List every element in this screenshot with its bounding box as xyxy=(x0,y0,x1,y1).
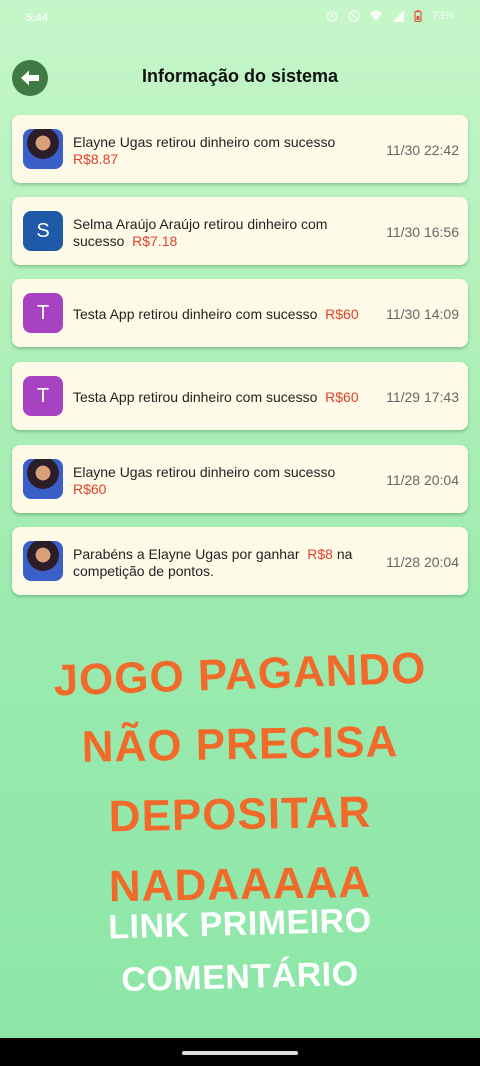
notification-time: 11/30 16:56 xyxy=(386,224,459,240)
do-not-disturb-icon xyxy=(348,10,360,22)
page-title: Informação do sistema xyxy=(141,66,339,86)
notification-card[interactable]: T Testa App retirou dinheiro com sucesso… xyxy=(12,362,468,430)
notification-amount: R$8.87 xyxy=(73,151,119,167)
notification-text: Selma Araújo Araújo retirou dinheiro com… xyxy=(73,216,328,249)
avatar xyxy=(23,541,63,581)
notification-amount: R$60 xyxy=(73,481,107,497)
notification-time: 11/28 20:04 xyxy=(386,554,459,570)
notification-message: Elayne Ugas retirou dinheiro com sucesso… xyxy=(73,134,378,168)
notification-amount: R$60 xyxy=(325,306,359,322)
avatar-letter: S xyxy=(36,219,50,242)
avatar: T xyxy=(23,376,63,416)
battery-icon xyxy=(414,10,422,22)
alarm-icon xyxy=(326,11,338,22)
notification-message: Testa App retirou dinheiro com sucesso R… xyxy=(73,306,378,323)
promo-line: DEPOSITAR xyxy=(108,787,372,842)
notification-text: Testa App retirou dinheiro com sucesso xyxy=(73,306,318,322)
battery-percentage: 73% xyxy=(431,10,454,22)
notification-amount: R$7.18 xyxy=(132,233,178,249)
avatar xyxy=(23,129,63,169)
avatar: S xyxy=(23,211,63,251)
notification-amount: R$60 xyxy=(325,389,359,405)
notification-text: Testa App retirou dinheiro com sucesso xyxy=(73,389,318,405)
promo-line: JOGO PAGANDO xyxy=(52,643,428,706)
notification-time: 11/30 22:42 xyxy=(386,142,459,158)
notification-message: Elayne Ugas retirou dinheiro com sucesso… xyxy=(73,464,378,498)
status-bar: 5:44 73% xyxy=(0,0,480,36)
navigation-bar xyxy=(0,1038,480,1066)
signal-icon xyxy=(391,10,404,22)
avatar xyxy=(23,459,63,499)
notification-time: 11/28 20:04 xyxy=(386,472,459,488)
notification-amount: R$8 xyxy=(307,546,333,562)
notification-card[interactable]: Elayne Ugas retirou dinheiro com sucesso… xyxy=(12,445,468,513)
notification-card[interactable]: T Testa App retirou dinheiro com sucesso… xyxy=(12,279,468,347)
status-time: 5:44 xyxy=(26,12,49,24)
notification-card[interactable]: S Selma Araújo Araújo retirou dinheiro c… xyxy=(12,197,468,265)
promo-line: NÃO PRECISA xyxy=(81,717,399,772)
promo-line: COMENTÁRIO xyxy=(120,954,360,1000)
notification-text: Elayne Ugas retirou dinheiro com sucesso xyxy=(73,464,336,480)
status-icons: 73% xyxy=(326,10,454,22)
notification-time: 11/29 17:43 xyxy=(386,389,459,405)
notification-message: Testa App retirou dinheiro com sucesso R… xyxy=(73,389,378,406)
notification-message: Parabéns a Elayne Ugas por ganhar R$8 na… xyxy=(73,546,378,580)
notification-card[interactable]: Parabéns a Elayne Ugas por ganhar R$8 na… xyxy=(12,527,468,595)
avatar: T xyxy=(23,293,63,333)
notification-text: Elayne Ugas retirou dinheiro com sucesso xyxy=(73,134,336,150)
wifi-icon xyxy=(369,10,382,21)
notification-text: Parabéns a Elayne Ugas por ganhar xyxy=(73,546,300,562)
notification-card[interactable]: Elayne Ugas retirou dinheiro com sucesso… xyxy=(12,115,468,183)
home-handle[interactable] xyxy=(182,1051,298,1055)
avatar-letter: T xyxy=(36,301,50,324)
header: Informação do sistema xyxy=(0,56,480,100)
notification-message: Selma Araújo Araújo retirou dinheiro com… xyxy=(73,216,378,250)
avatar-letter: T xyxy=(36,384,50,407)
notification-time: 11/30 14:09 xyxy=(386,306,459,322)
